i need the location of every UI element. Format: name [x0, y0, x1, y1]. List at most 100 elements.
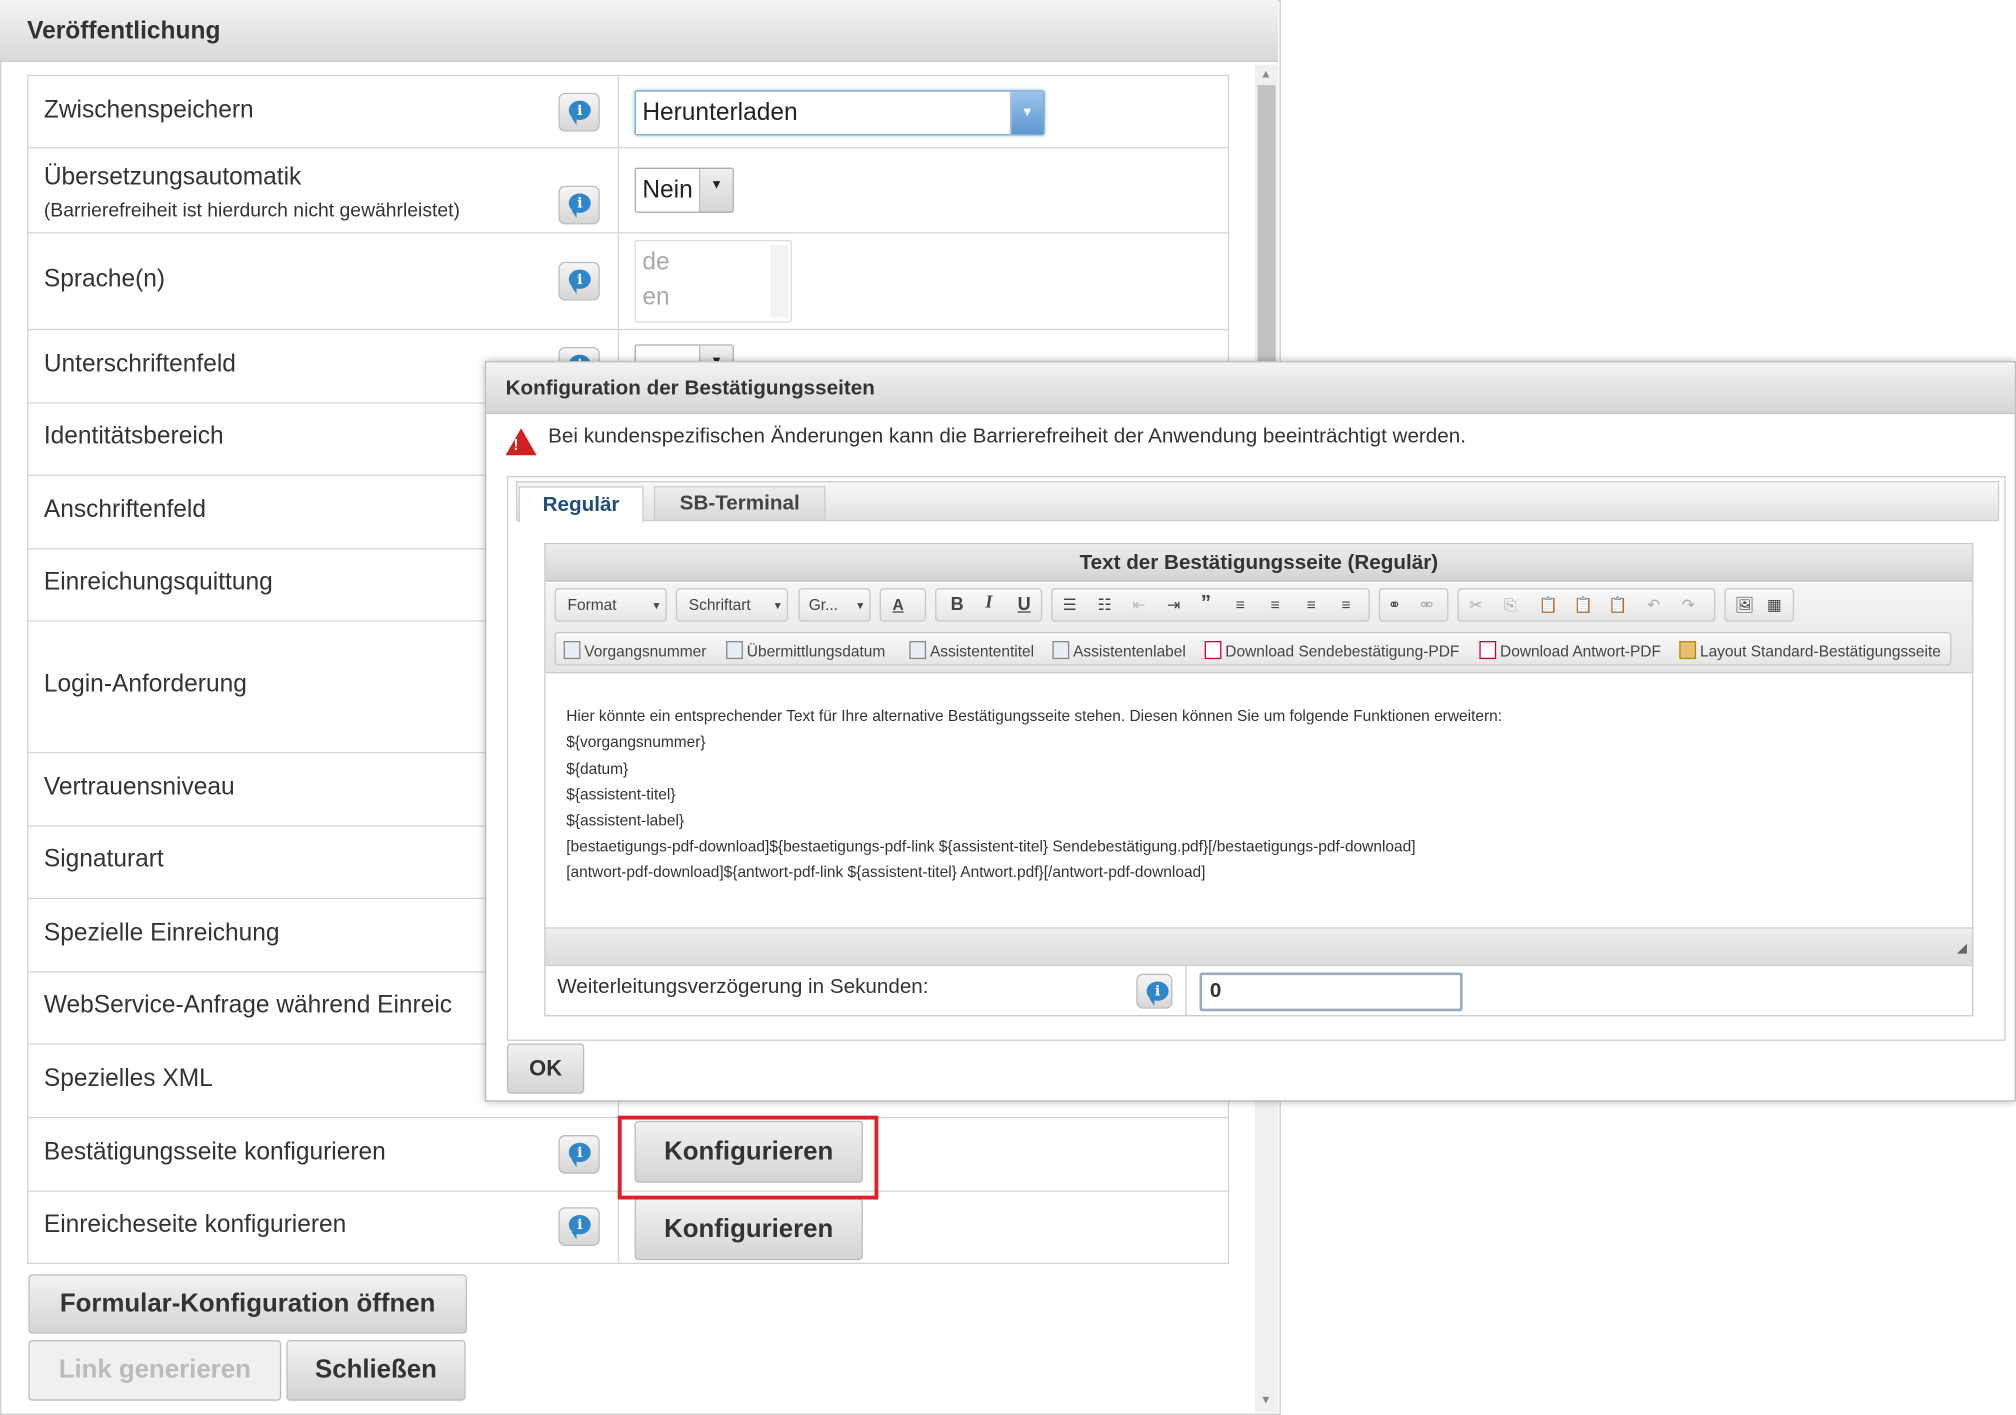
scroll-up-icon[interactable]: ▲ [1260, 67, 1272, 80]
bullet-list-icon[interactable]: ☷ [1098, 596, 1112, 614]
italic-icon[interactable]: I [985, 593, 992, 614]
listbox-option[interactable]: en [642, 284, 669, 312]
setting-row: Einreicheseite konfigurieren i Konfigurier… [27, 1191, 1230, 1265]
bold-icon[interactable]: B [951, 593, 964, 614]
info-button[interactable]: i [558, 261, 600, 301]
cut-icon[interactable]: ✂ [1469, 596, 1482, 614]
delay-info-button[interactable]: i [1136, 973, 1173, 1009]
setting-label: Einreicheseite konfigurieren [43, 1211, 347, 1239]
insert-uebermittlungsdatum[interactable]: Übermittlungsdatum [726, 641, 885, 660]
chevron-down-icon: ▼ [1009, 91, 1044, 135]
link-icon[interactable]: ⚭ [1388, 596, 1401, 614]
content-line: [bestaetigungs-pdf-download]${bestaetigu… [566, 837, 1416, 856]
setting-label: Zwischenspeichern [43, 96, 254, 124]
delay-label: Weiterleitungsverzögerung in Sekunden: [557, 976, 929, 999]
info-icon: i [568, 1214, 591, 1240]
warning-icon [505, 428, 537, 456]
scrollbar-thumb[interactable] [1257, 85, 1276, 377]
generate-link-button[interactable]: Link generieren [28, 1340, 282, 1401]
indent-icon[interactable]: ⇥ [1167, 596, 1180, 614]
setting-label: Login-Anforderung [43, 670, 247, 698]
open-form-config-button[interactable]: Formular-Konfiguration öffnen [28, 1274, 467, 1334]
setting-label: Identitätsbereich [43, 423, 224, 451]
resize-handle-icon[interactable]: ◢ [1957, 942, 1967, 956]
language-listbox[interactable]: de en [634, 239, 792, 323]
setting-label: Sprache(n) [43, 265, 166, 293]
insert-download-antwort[interactable]: Download Antwort-PDF [1479, 641, 1661, 660]
undo-icon[interactable]: ↶ [1647, 596, 1660, 614]
align-left-icon[interactable]: ≡ [1236, 596, 1245, 614]
info-button[interactable]: i [558, 1135, 600, 1174]
copy-icon[interactable]: ⎘ [1504, 596, 1516, 615]
setting-label: Einreichungsquittung [43, 568, 273, 596]
scroll-down-icon[interactable]: ▼ [1260, 1393, 1272, 1406]
insert-vorgangsnummer[interactable]: Vorgangsnummer [563, 641, 706, 660]
setting-row: Sprache(n) i de en [27, 233, 1230, 331]
setting-label: Bestätigungsseite konfigurieren [43, 1138, 386, 1166]
table-icon[interactable]: ▦ [1767, 596, 1782, 614]
justify-icon[interactable]: ≡ [1341, 596, 1350, 614]
setting-row: Übersetzungsautomatik (Barrierefreiheit i… [27, 148, 1230, 234]
setting-label: Vertrauensniveau [43, 773, 235, 801]
tab-regular[interactable]: Regulär [518, 486, 644, 523]
setting-label: WebService-Anfrage während Einreic [43, 991, 453, 1019]
redo-icon[interactable]: ↷ [1682, 596, 1695, 614]
paste-word-icon[interactable]: 📋 [1608, 596, 1627, 614]
format-dropdown[interactable]: Format ▼ [554, 588, 667, 622]
ok-button[interactable]: OK [506, 1043, 585, 1094]
blockquote-icon[interactable]: ” [1201, 592, 1211, 615]
editor-content[interactable]: Hier könnte ein entsprechender Text für … [546, 678, 1973, 927]
panel-title: Veröffentlichung [27, 18, 221, 46]
content-line: ${vorgangsnummer} [566, 732, 706, 751]
delay-input[interactable]: 0 [1199, 972, 1463, 1012]
info-button[interactable]: i [558, 1207, 600, 1246]
clipboard-group: ✂ ⎘ 📋 📋 📋 ↶ ↷ [1457, 588, 1716, 622]
confirmation-config-dialog: Konfiguration der Bestätigungsseiten ! B… [484, 361, 2016, 1102]
cache-select[interactable]: Herunterladen ▼ [634, 90, 1045, 136]
insert-assistententitel[interactable]: Assistententitel [909, 641, 1034, 660]
info-icon: i [1146, 981, 1169, 1007]
setting-label: Unterschriftenfeld [43, 350, 236, 378]
info-button[interactable]: i [558, 185, 600, 225]
insert-assistentenlabel[interactable]: Assistentenlabel [1052, 641, 1186, 660]
paragraph-group: ☰ ☷ ⇤ ⇥ ” ≡ ≡ ≡ ≡ [1051, 588, 1370, 622]
delay-row: Weiterleitungsverzögerung in Sekunden: i… [545, 964, 1973, 1017]
close-button[interactable]: Schließen [286, 1340, 466, 1401]
align-center-icon[interactable]: ≡ [1270, 596, 1279, 614]
image-icon[interactable]: 🖼 [1735, 596, 1755, 614]
unlink-icon[interactable]: ⚮ [1420, 596, 1433, 614]
configure-button[interactable]: Konfigurieren [634, 1198, 863, 1261]
link-group: ⚭ ⚮ [1378, 588, 1449, 622]
underline-icon[interactable]: U [1018, 593, 1031, 614]
content-line: ${datum} [566, 759, 629, 778]
setting-label: Spezielle Einreichung [43, 919, 280, 947]
info-icon: i [568, 100, 591, 126]
font-dropdown[interactable]: Schriftart ▼ [675, 588, 789, 622]
setting-sublabel: (Barrierefreiheit ist hierdurch nicht ge… [43, 199, 460, 222]
insert-download-sendebestaetigung[interactable]: Download Sendebestätigung-PDF [1204, 641, 1459, 660]
basic-styles-group: B I U [935, 588, 1043, 622]
dialog-header: Konfiguration der Bestätigungsseiten [486, 362, 2015, 415]
editor-title: Text der Bestätigungsseite (Regulär) [545, 544, 1973, 582]
setting-row: Zwischenspeichern i Herunterladen ▼ [27, 74, 1230, 149]
info-button[interactable]: i [558, 92, 600, 132]
numbered-list-icon[interactable]: ☰ [1063, 596, 1077, 614]
listbox-option[interactable]: de [642, 249, 669, 277]
insert-layout-standard[interactable]: Layout Standard-Bestätigungsseite [1679, 641, 1941, 660]
paste-text-icon[interactable]: 📋 [1574, 596, 1593, 614]
align-right-icon[interactable]: ≡ [1307, 596, 1316, 614]
content-line: ${assistent-titel} [566, 785, 676, 804]
panel-header: Veröffentlichung [0, 0, 1279, 62]
editor-toolbar: Format ▼ Schriftart ▼ Gr... ▼ A B I U ☰ ☷ ⇤… [545, 582, 1973, 674]
info-icon: i [568, 1142, 591, 1168]
size-dropdown[interactable]: Gr... ▼ [798, 588, 871, 622]
text-color-button[interactable]: A [879, 588, 927, 622]
dialog-title: Konfiguration der Bestätigungsseiten [505, 377, 875, 400]
translation-select[interactable]: Nein ▼ [634, 167, 734, 213]
info-icon: i [568, 193, 591, 218]
insert-group: 🖼 ▦ [1724, 588, 1795, 622]
paste-icon[interactable]: 📋 [1539, 596, 1558, 614]
tab-sb-terminal[interactable]: SB-Terminal [653, 486, 826, 522]
outdent-icon[interactable]: ⇤ [1132, 596, 1145, 614]
setting-label: Signaturart [43, 846, 164, 874]
